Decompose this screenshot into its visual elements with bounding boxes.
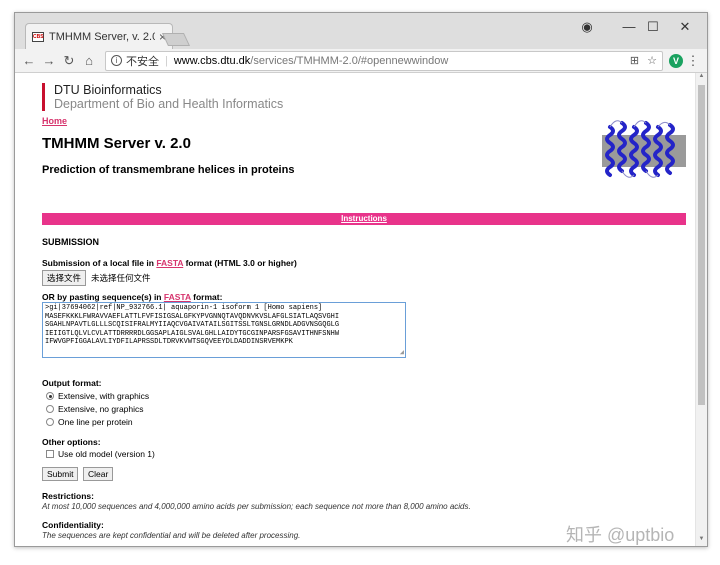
resize-grip-icon[interactable]: ◢ — [400, 349, 404, 358]
title-bar: CBS TMHMM Server, v. 2.0 × ◉ — ☐ ✕ — [15, 13, 707, 49]
choose-file-button[interactable]: 选择文件 — [42, 270, 87, 286]
zhihu-watermark: 知乎 @uptbio — [566, 525, 675, 545]
reload-icon[interactable]: ↻ — [59, 53, 79, 69]
extension-icon[interactable]: V — [669, 53, 683, 68]
forward-icon[interactable]: → — [39, 53, 59, 68]
insecure-label: 不安全 — [126, 55, 159, 68]
scroll-up-icon[interactable]: ▲ — [696, 73, 707, 83]
minimize-icon[interactable]: — — [619, 19, 639, 34]
clear-button[interactable]: Clear — [83, 467, 114, 481]
radio-button[interactable] — [46, 405, 54, 413]
radio-button-checked[interactable] — [46, 392, 54, 400]
url-separator: | — [165, 54, 168, 67]
tab-title: TMHMM Server, v. 2.0 — [49, 30, 155, 43]
radio-one-line[interactable]: One line per protein — [46, 417, 133, 427]
back-icon[interactable]: ← — [19, 53, 39, 68]
radio-extensive-no-graphics[interactable]: Extensive, no graphics — [46, 404, 144, 414]
restrictions-text: At most 10,000 sequences and 4,000,000 a… — [42, 502, 471, 511]
org-name: DTU Bioinformatics — [54, 83, 162, 97]
confidentiality-heading: Confidentiality: — [42, 520, 104, 530]
page-subtitle: Prediction of transmembrane helices in p… — [42, 164, 295, 176]
scroll-down-icon[interactable]: ▼ — [696, 536, 707, 546]
bookmark-star-icon[interactable]: ☆ — [647, 54, 657, 67]
close-window-icon[interactable]: ✕ — [675, 19, 695, 35]
fasta-link-paste[interactable]: FASTA — [164, 292, 191, 302]
confidentiality-text: The sequences are kept confidential and … — [42, 531, 301, 540]
file-upload-label: Submission of a local file in FASTA form… — [42, 258, 297, 268]
menu-icon[interactable]: ⋮ — [683, 53, 703, 69]
restrictions-heading: Restrictions: — [42, 491, 94, 501]
protein-structure-image — [602, 120, 686, 178]
submit-button[interactable]: Submit — [42, 467, 79, 481]
browser-tab[interactable]: CBS TMHMM Server, v. 2.0 × — [25, 23, 173, 49]
sequence-text: >gi|37694062|ref|NP_932766.1| aquaporin-… — [45, 304, 340, 346]
radio-button[interactable] — [46, 418, 54, 426]
page-viewport: ▲ ▼ DTU Bioinformatics Department of Bio… — [15, 73, 707, 546]
vertical-scrollbar[interactable]: ▲ ▼ — [695, 73, 707, 546]
output-format-heading: Output format: — [42, 378, 102, 388]
address-bar[interactable]: i 不安全 | www.cbs.dtu.dk /services/TMHMM-2… — [105, 50, 663, 71]
radio-extensive-graphics[interactable]: Extensive, with graphics — [46, 391, 149, 401]
translate-icon[interactable]: ⊞ — [630, 54, 639, 67]
maximize-icon[interactable]: ☐ — [643, 19, 663, 35]
url-host: www.cbs.dtu.dk — [173, 54, 251, 67]
dtu-logo: DTU Bioinformatics Department of Bio and… — [42, 83, 686, 111]
home-link[interactable]: Home — [42, 116, 67, 126]
browser-toolbar: ← → ↻ ⌂ i 不安全 | www.cbs.dtu.dk /services… — [15, 49, 707, 73]
file-status-text: 未选择任何文件 — [91, 273, 151, 283]
page-title: TMHMM Server v. 2.0 — [42, 135, 191, 152]
submission-heading: SUBMISSION — [42, 237, 100, 247]
fasta-link[interactable]: FASTA — [156, 258, 183, 268]
info-icon[interactable]: i — [111, 55, 122, 66]
instructions-link[interactable]: Instructions — [42, 213, 686, 225]
sequence-textarea[interactable]: >gi|37694062|ref|NP_932766.1| aquaporin-… — [42, 302, 406, 358]
scrollbar-thumb[interactable] — [698, 85, 705, 405]
old-model-checkbox[interactable] — [46, 450, 54, 458]
old-model-option[interactable]: Use old model (version 1) — [46, 449, 155, 459]
browser-window: CBS TMHMM Server, v. 2.0 × ◉ — ☐ ✕ ← → ↻… — [14, 12, 708, 547]
org-department: Department of Bio and Health Informatics — [54, 97, 284, 111]
paste-sequence-label: OR by pasting sequence(s) in FASTA forma… — [42, 292, 223, 302]
page-content: DTU Bioinformatics Department of Bio and… — [42, 73, 686, 540]
home-icon[interactable]: ⌂ — [79, 53, 99, 68]
account-icon[interactable]: ◉ — [577, 19, 597, 35]
cbs-favicon-icon: CBS — [32, 31, 44, 42]
other-options-heading: Other options: — [42, 437, 101, 447]
url-path: /services/TMHMM-2.0/#opennewwindow — [250, 54, 449, 67]
new-tab-button[interactable] — [161, 33, 191, 46]
